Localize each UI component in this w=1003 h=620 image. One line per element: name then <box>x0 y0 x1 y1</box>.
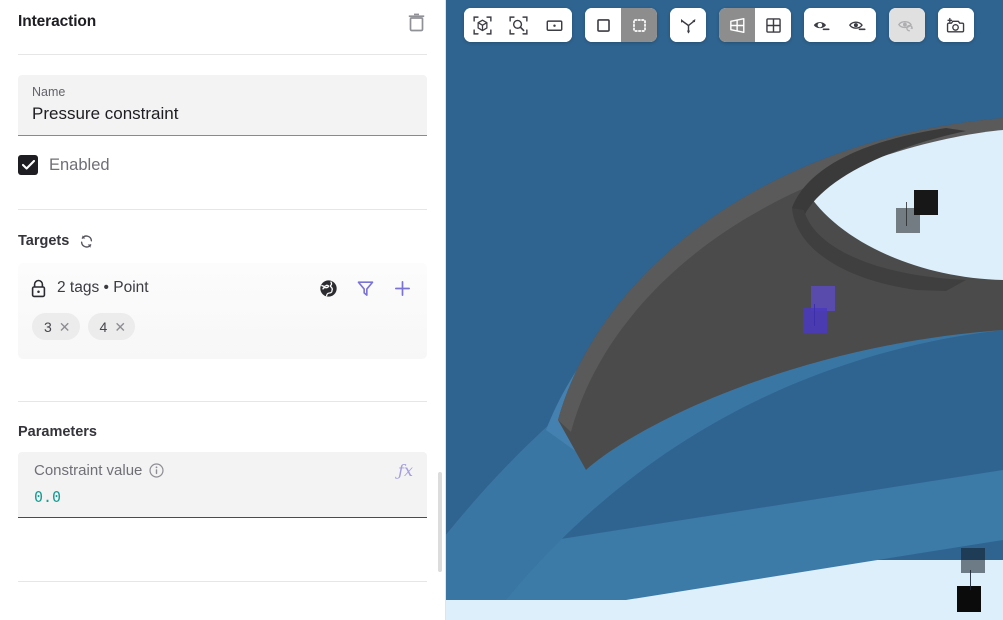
eye-outline-minus-icon <box>848 20 866 30</box>
target-chip-list: 3 ✕ 4 ✕ <box>30 313 413 340</box>
3d-scene <box>446 0 1003 620</box>
camera-group <box>938 8 974 42</box>
name-field-label: Name <box>32 85 66 99</box>
constraint-value-header: Constraint value ƒx <box>34 462 413 479</box>
checkmark-icon <box>21 160 35 170</box>
constraint-value-label: Constraint value <box>34 462 143 479</box>
targets-divider <box>18 401 427 402</box>
hide-selected-button[interactable] <box>804 8 840 42</box>
axes-triad-icon <box>680 18 695 34</box>
framing-group <box>464 8 572 42</box>
projection-group <box>719 8 791 42</box>
reset-visibility-group <box>889 8 925 42</box>
perspective-grid-icon <box>729 17 744 33</box>
parameters-divider <box>18 581 427 582</box>
trash-icon <box>408 13 424 31</box>
axes-group <box>670 8 706 42</box>
solid-square-icon <box>596 18 610 32</box>
fit-object-button[interactable] <box>464 8 500 42</box>
reset-visibility-button <box>889 8 925 42</box>
show-selected-button[interactable] <box>840 8 876 42</box>
axes-button[interactable] <box>670 8 706 42</box>
enabled-checkbox-row[interactable]: Enabled <box>0 155 445 175</box>
refresh-targets-button[interactable] <box>76 231 96 251</box>
add-camera-button[interactable] <box>938 8 974 42</box>
eye-solid-minus-icon <box>813 21 830 30</box>
targets-actions <box>317 277 413 299</box>
rectangle-with-dot-icon <box>546 19 562 31</box>
global-scope-button[interactable] <box>317 277 339 299</box>
panel-scrollbar[interactable] <box>438 472 442 572</box>
expression-editor-button[interactable]: ƒx <box>398 462 413 479</box>
zoom-region-button[interactable] <box>500 8 536 42</box>
select-box-button[interactable] <box>621 8 657 42</box>
interaction-properties-panel: Interaction Name Pressure constraint Ena… <box>0 0 446 620</box>
plus-icon <box>394 280 410 296</box>
parameters-section-header: Parameters <box>0 424 445 440</box>
constraint-value-label-wrap: Constraint value <box>34 462 164 479</box>
visibility-group <box>804 8 876 42</box>
header-divider <box>18 54 427 55</box>
targets-card: 2 tags • Point 3 ✕ 4 ✕ <box>18 263 427 359</box>
name-field[interactable]: Name Pressure constraint <box>18 75 427 136</box>
filter-targets-button[interactable] <box>354 277 376 299</box>
remove-chip-icon[interactable]: ✕ <box>114 320 126 334</box>
enabled-divider <box>18 209 427 210</box>
filter-icon <box>357 280 373 296</box>
target-chip-label: 4 <box>99 318 108 335</box>
page-title: Interaction <box>18 13 97 30</box>
add-target-button[interactable] <box>391 277 413 299</box>
name-field-value: Pressure constraint <box>32 104 179 123</box>
target-chip-label: 3 <box>44 318 52 335</box>
fit-selection-button[interactable] <box>536 8 572 42</box>
name-field-block: Name Pressure constraint <box>0 75 445 136</box>
dotted-square-icon <box>632 18 646 32</box>
enabled-checkbox[interactable] <box>18 155 38 175</box>
cube-in-brackets-icon <box>472 15 492 35</box>
select-single-button[interactable] <box>585 8 621 42</box>
perspective-view-button[interactable] <box>719 8 755 42</box>
lock-icon <box>31 279 46 297</box>
constraint-value-field[interactable]: Constraint value ƒx 0.0 <box>18 452 427 518</box>
orthographic-view-button[interactable] <box>755 8 791 42</box>
viewport-toolbar <box>464 8 974 42</box>
targets-description: 2 tags • Point <box>57 279 149 296</box>
selection-group <box>585 8 657 42</box>
panel-header: Interaction <box>0 0 445 44</box>
3d-viewport[interactable] <box>446 0 1003 620</box>
magnifier-in-brackets-icon <box>508 15 528 35</box>
globe-icon <box>319 279 337 297</box>
app-root: Interaction Name Pressure constraint Ena… <box>0 0 1003 620</box>
targets-card-header: 2 tags • Point <box>30 277 413 299</box>
info-icon[interactable] <box>149 463 164 478</box>
targets-section-header: Targets <box>0 231 445 251</box>
constraint-value-input[interactable]: 0.0 <box>34 486 413 508</box>
targets-section-title: Targets <box>18 233 70 249</box>
delete-interaction-button[interactable] <box>403 9 429 35</box>
camera-plus-icon <box>946 17 965 32</box>
target-chip[interactable]: 4 ✕ <box>87 313 136 340</box>
target-chip[interactable]: 3 ✕ <box>32 313 80 340</box>
targets-summary: 2 tags • Point <box>30 279 149 298</box>
enabled-label: Enabled <box>49 155 110 174</box>
orthographic-grid-icon <box>765 17 781 33</box>
parameters-section-title: Parameters <box>18 424 97 440</box>
eye-refresh-icon <box>897 20 913 31</box>
remove-chip-icon[interactable]: ✕ <box>59 320 71 334</box>
refresh-icon <box>80 234 92 248</box>
